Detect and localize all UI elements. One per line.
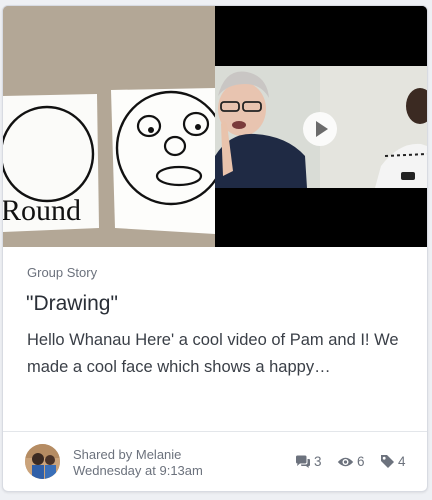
- tags-count-value: 4: [398, 454, 406, 469]
- play-icon: [316, 121, 328, 137]
- comments-icon: [296, 455, 310, 468]
- story-excerpt: Hello Whanau Here' a cool video of Pam a…: [27, 331, 399, 376]
- drawing-photo: Round: [3, 6, 215, 247]
- video-thumbnail[interactable]: [215, 6, 427, 247]
- views-count-value: 6: [357, 454, 365, 469]
- comments-count[interactable]: 3: [295, 454, 322, 469]
- tag-icon: [381, 455, 394, 468]
- shared-by-label: Shared by Melanie: [73, 447, 182, 462]
- story-media[interactable]: Round: [3, 6, 427, 247]
- views-count[interactable]: 6: [337, 454, 365, 469]
- round-handwriting: Round: [3, 194, 81, 227]
- tags-count[interactable]: 4: [380, 454, 406, 469]
- story-title[interactable]: "Drawing": [26, 292, 118, 316]
- comments-count-value: 3: [314, 454, 322, 469]
- author-avatar[interactable]: [25, 444, 60, 479]
- play-button[interactable]: [303, 112, 337, 146]
- story-card[interactable]: Round Group Story "Drawing" Hello Whanau…: [2, 5, 428, 492]
- story-category[interactable]: Group Story: [27, 265, 97, 280]
- shared-timestamp: Wednesday at 9:13am: [73, 463, 203, 478]
- story-footer: Shared by Melanie Wednesday at 9:13am 3 …: [3, 431, 427, 491]
- eye-icon: [337, 457, 354, 466]
